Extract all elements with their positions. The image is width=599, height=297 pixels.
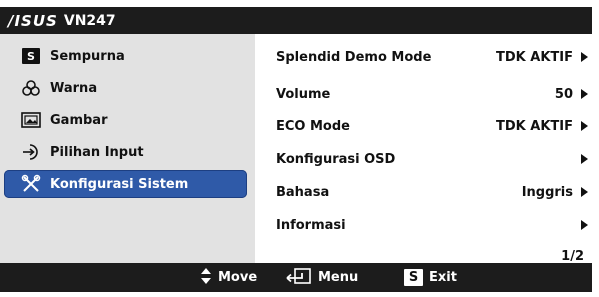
enter-icon <box>286 267 312 289</box>
bottom-bar: Move Menu S Exit <box>0 263 592 292</box>
setting-label: ECO Mode <box>276 118 350 134</box>
setting-label: Bahasa <box>276 184 330 200</box>
page-indicator: 1/2 <box>561 249 584 264</box>
input-arrow-icon <box>20 142 42 162</box>
setting-row-informasi[interactable]: Informasi <box>276 214 588 236</box>
osd-window: /ISUS VN247 S Sempurna Warna Gambar Pili… <box>0 0 599 297</box>
menu-item-label: Pilihan Input <box>50 144 144 160</box>
menu-item-label: Gambar <box>50 112 108 128</box>
setting-label: Volume <box>276 86 331 102</box>
move-label: Move <box>218 270 258 285</box>
title-bar: /ISUS VN247 <box>0 7 592 34</box>
asus-logo: /ISUS <box>8 11 58 30</box>
s-key-icon: S <box>404 269 423 286</box>
menu-label: Menu <box>318 270 359 285</box>
triangle-right-icon <box>581 89 588 99</box>
exit-label: Exit <box>429 270 457 285</box>
menu-item-label: Warna <box>50 80 98 96</box>
triangle-right-icon <box>581 220 588 230</box>
splendid-s-icon: S <box>20 46 42 66</box>
up-down-arrows-icon <box>200 267 212 289</box>
setting-row-eco-mode[interactable]: ECO Mode TDK AKTIF <box>276 115 588 137</box>
setting-label: Informasi <box>276 217 346 233</box>
triangle-right-icon <box>581 187 588 197</box>
setting-value: TDK AKTIF <box>496 118 573 134</box>
triangle-right-icon <box>581 154 588 164</box>
setting-row-bahasa[interactable]: Bahasa Inggris <box>276 181 588 203</box>
menu-hint[interactable]: Menu <box>286 263 358 292</box>
setting-value: Inggris <box>521 184 573 200</box>
setting-label: Konfigurasi OSD <box>276 151 396 167</box>
menu-item-pilihan-input[interactable]: Pilihan Input <box>4 138 247 166</box>
menu-item-konfigurasi-sistem[interactable]: Konfigurasi Sistem <box>4 170 247 198</box>
triangle-right-icon <box>581 52 588 62</box>
wrench-screwdriver-icon <box>20 174 42 194</box>
setting-row-konfigurasi-osd[interactable]: Konfigurasi OSD <box>276 148 588 170</box>
move-hint[interactable]: Move <box>200 263 257 292</box>
setting-label: Splendid Demo Mode <box>276 49 432 65</box>
setting-value: TDK AKTIF <box>496 49 573 65</box>
menu-item-warna[interactable]: Warna <box>4 74 247 102</box>
picture-icon <box>20 110 42 130</box>
menu-item-label: Sempurna <box>50 48 125 64</box>
setting-row-volume[interactable]: Volume 50 <box>276 83 588 105</box>
menu-item-label: Konfigurasi Sistem <box>50 176 189 192</box>
color-circles-icon <box>20 78 42 98</box>
triangle-right-icon <box>581 121 588 131</box>
menu-item-sempurna[interactable]: S Sempurna <box>4 42 247 70</box>
main-menu: S Sempurna Warna Gambar Pilihan Input Ko… <box>0 34 255 263</box>
setting-value: 50 <box>554 86 573 102</box>
setting-row-splendid-demo-mode[interactable]: Splendid Demo Mode TDK AKTIF <box>276 46 588 68</box>
settings-panel: Splendid Demo Mode TDK AKTIF Volume 50 E… <box>258 34 592 264</box>
exit-hint[interactable]: S Exit <box>404 263 457 292</box>
model-name: VN247 <box>63 12 116 29</box>
menu-item-gambar[interactable]: Gambar <box>4 106 247 134</box>
